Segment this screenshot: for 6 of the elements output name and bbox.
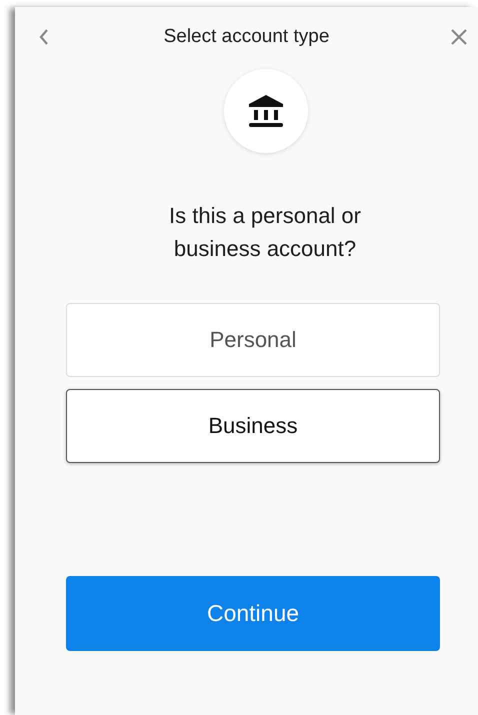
account-type-option[interactable]: Business (66, 389, 440, 463)
account-type-option[interactable]: Personal (66, 303, 440, 377)
continue-button[interactable]: Continue (66, 576, 440, 651)
bank-icon (248, 93, 284, 129)
dialog-title: Select account type (164, 26, 330, 48)
question-text: Is this a personal or business account? (168, 202, 362, 263)
